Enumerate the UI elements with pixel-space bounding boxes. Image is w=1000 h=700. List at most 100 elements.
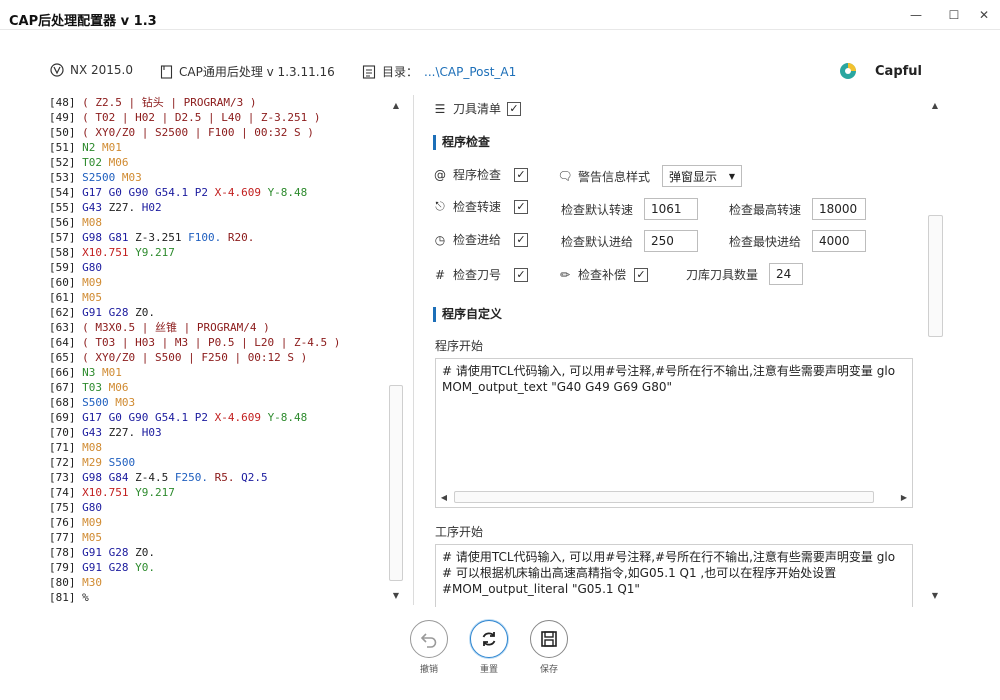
code-token: [61] bbox=[49, 291, 83, 304]
code-token: [51] bbox=[49, 141, 83, 154]
undo-button[interactable] bbox=[410, 620, 448, 658]
code-token: [50] bbox=[49, 126, 83, 139]
check-speed-label: 检查转速 bbox=[453, 200, 502, 214]
settings-scrollbar[interactable]: ▲ ▼ bbox=[927, 95, 944, 607]
program-check-label: 程序检查 bbox=[453, 168, 502, 182]
code-token: [77] bbox=[49, 531, 83, 544]
check-speed-row: ⎋ 检查转速 ✓ bbox=[433, 198, 529, 215]
code-token: X10.751 bbox=[82, 246, 136, 259]
check-feed-label: 检查进给 bbox=[453, 233, 502, 247]
code-line: [67] T03 M06 bbox=[49, 380, 389, 395]
code-line: [72] M29 S500 bbox=[49, 455, 389, 470]
settings-scroll-thumb[interactable] bbox=[928, 215, 943, 337]
code-scroll-thumb[interactable] bbox=[389, 385, 403, 581]
minimize-icon[interactable]: — bbox=[898, 4, 934, 26]
code-token: [57] bbox=[49, 231, 83, 244]
tool-list-label: 刀具清单 bbox=[453, 102, 502, 116]
tool-count-input[interactable]: 24 bbox=[769, 263, 804, 285]
brand: Capful bbox=[839, 62, 922, 80]
comment-icon: 🗨 bbox=[557, 169, 573, 183]
program-start-hscroll-thumb[interactable] bbox=[454, 491, 874, 503]
code-token: [68] bbox=[49, 396, 83, 409]
tool-list-checkbox[interactable]: ✓ bbox=[507, 101, 522, 116]
directory-link[interactable]: ...\CAP_Post_A1 bbox=[424, 65, 516, 79]
scroll-left-icon[interactable]: ◀ bbox=[436, 489, 452, 505]
check-tool-checkbox[interactable]: ✓ bbox=[514, 267, 529, 282]
panel-divider bbox=[413, 95, 414, 605]
code-token: [55] bbox=[49, 201, 83, 214]
code-token: [73] bbox=[49, 471, 83, 484]
code-line: [65] ( XY0/Z0 | S500 | F250 | 00:12 S ) bbox=[49, 350, 389, 365]
code-token: [53] bbox=[49, 171, 83, 184]
default-feed-row: 检查默认进给 250 bbox=[561, 230, 699, 252]
scroll-down-icon[interactable]: ▼ bbox=[927, 587, 943, 603]
code-token: G17 G0 G90 G54.1 P2 bbox=[82, 411, 215, 424]
code-token: Y-8.48 bbox=[267, 186, 308, 199]
code-token: Y9.217 bbox=[135, 486, 175, 499]
code-token: [66] bbox=[49, 366, 83, 379]
program-start-hscroll[interactable]: ◀ ▶ bbox=[436, 489, 912, 505]
code-token: [76] bbox=[49, 516, 83, 529]
code-token: ( Z2.5 | 钻头 | PROGRAM/3 ) bbox=[82, 96, 257, 109]
scroll-down-icon[interactable]: ▼ bbox=[388, 587, 404, 603]
code-token: [70] bbox=[49, 426, 83, 439]
code-token: Y-8.48 bbox=[267, 411, 308, 424]
reset-label: 重置 bbox=[479, 665, 498, 675]
code-token: Y9.217 bbox=[135, 246, 175, 259]
at-icon: @ bbox=[434, 167, 446, 182]
code-token: H03 bbox=[141, 426, 162, 439]
close-icon[interactable]: ✕ bbox=[966, 4, 1000, 26]
check-tool-row: # 检查刀号 ✓ bbox=[433, 266, 529, 283]
code-token: G98 G81 bbox=[82, 231, 136, 244]
code-line: [70] G43 Z27. H03 bbox=[49, 425, 389, 440]
code-token: G98 G84 bbox=[82, 471, 136, 484]
code-line: [64] ( T03 | H03 | M3 | P0.5 | L20 | Z-4… bbox=[49, 335, 389, 350]
default-speed-label: 检查默认转速 bbox=[561, 202, 634, 217]
save-button[interactable] bbox=[530, 620, 568, 658]
code-token: [79] bbox=[49, 561, 83, 574]
code-token: ( XY0/Z0 | S500 | F250 | 00:12 S ) bbox=[82, 351, 308, 364]
code-token: M05 bbox=[82, 291, 102, 304]
dropdown-arrow-icon: ▼ bbox=[728, 171, 736, 181]
max-speed-input[interactable]: 18000 bbox=[812, 198, 867, 220]
check-feed-row: ◷ 检查进给 ✓ bbox=[433, 231, 529, 248]
check-comp-checkbox[interactable]: ✓ bbox=[634, 267, 649, 282]
check-tool-label: 检查刀号 bbox=[453, 268, 502, 282]
code-token: Z0. bbox=[135, 306, 155, 319]
op-start-editor[interactable]: # 请使用TCL代码输入, 可以用#号注释,#号所在行不输出,注意有些需要声明变… bbox=[435, 544, 913, 607]
code-line: [57] G98 G81 Z-3.251 F100. R20. bbox=[49, 230, 389, 245]
program-check-checkbox[interactable]: ✓ bbox=[514, 167, 529, 182]
code-token: [67] bbox=[49, 381, 83, 394]
max-feed-input[interactable]: 4000 bbox=[812, 230, 867, 252]
info-bar: NX 2015.0 CAP通用后处理 v 1.3.11.16 目录： ...\C… bbox=[0, 55, 1000, 85]
code-scrollbar[interactable]: ▲ ▼ bbox=[388, 95, 404, 607]
code-token: [49] bbox=[49, 111, 83, 124]
code-line: [53] S2500 M03 bbox=[49, 170, 389, 185]
gauge-icon: ◷ bbox=[434, 232, 446, 247]
check-feed-checkbox[interactable]: ✓ bbox=[514, 232, 529, 247]
save-label: 保存 bbox=[539, 665, 558, 675]
code-line: [62] G91 G28 Z0. bbox=[49, 305, 389, 320]
scroll-up-icon[interactable]: ▲ bbox=[927, 97, 943, 113]
code-line: [75] G80 bbox=[49, 500, 389, 515]
code-line: [50] ( XY0/Z0 | S2500 | F100 | 00:32 S ) bbox=[49, 125, 389, 140]
refresh-icon bbox=[482, 632, 496, 646]
code-token: [58] bbox=[49, 246, 83, 259]
code-token: M08 bbox=[82, 216, 102, 229]
warning-style-select[interactable]: 弹窗显示 ▼ bbox=[662, 165, 743, 187]
scroll-up-icon[interactable]: ▲ bbox=[388, 97, 404, 113]
default-speed-input[interactable]: 1061 bbox=[644, 198, 699, 220]
code-token: G80 bbox=[82, 501, 102, 514]
code-token: Z-4.5 bbox=[135, 471, 175, 484]
section-custom: 程序自定义 bbox=[433, 307, 502, 322]
program-start-editor[interactable]: # 请使用TCL代码输入, 可以用#号注释,#号所在行不输出,注意有些需要声明变… bbox=[435, 358, 913, 508]
check-speed-checkbox[interactable]: ✓ bbox=[514, 199, 529, 214]
reset-button[interactable] bbox=[470, 620, 508, 658]
directory-label: 目录： bbox=[382, 65, 419, 79]
default-feed-input[interactable]: 250 bbox=[644, 230, 699, 252]
scroll-right-icon[interactable]: ▶ bbox=[896, 489, 912, 505]
code-token: M03 bbox=[115, 396, 136, 409]
code-token: [60] bbox=[49, 276, 83, 289]
code-line: [51] N2 M01 bbox=[49, 140, 389, 155]
code-line: [74] X10.751 Y9.217 bbox=[49, 485, 389, 500]
